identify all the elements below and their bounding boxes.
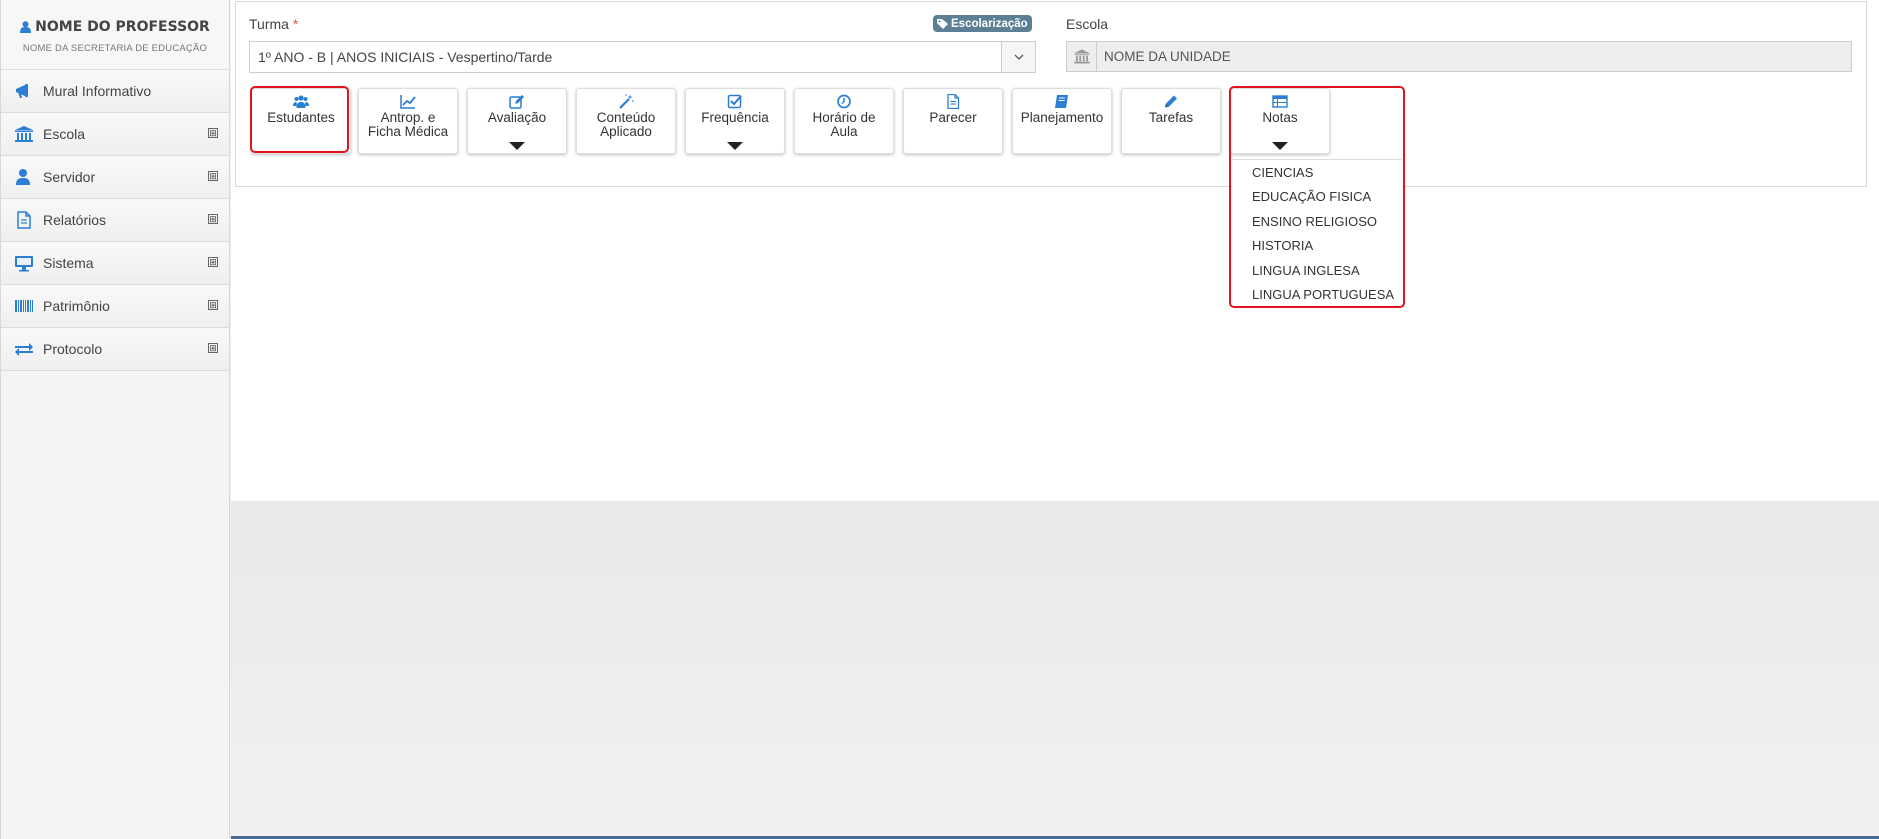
expand-icon[interactable]: ⊞ (208, 171, 218, 181)
tag-icon (937, 18, 948, 29)
professor-name[interactable]: NOME DO PROFESSOR (20, 19, 210, 35)
required-mark: * (292, 16, 299, 32)
turma-label: Turma * (249, 16, 299, 32)
button-label: Horário de Aula (812, 110, 876, 139)
button-label: Parecer (929, 110, 977, 125)
sidebar-item-label: Escola (43, 126, 86, 142)
notas-highlight (1229, 86, 1405, 308)
sidebar-item-patrimonio[interactable]: Patrimônio ⊞ (1, 285, 229, 328)
button-label: Antrop. e Ficha Médica (367, 110, 449, 139)
sidebar-item-label: Patrimônio (43, 298, 110, 314)
caret-down-icon (727, 142, 743, 150)
caret-down-icon (509, 142, 525, 150)
megaphone-icon (14, 82, 36, 100)
escola-label: Escola (1066, 16, 1109, 32)
pencil-icon (1122, 94, 1220, 110)
sidebar-item-label: Relatórios (43, 212, 107, 228)
expand-icon[interactable]: ⊞ (208, 257, 218, 267)
monitor-icon (14, 254, 36, 272)
sidebar-item-label: Mural Informativo (43, 83, 152, 99)
escolarizacao-badge: Escolarização (933, 15, 1032, 32)
sidebar: NOME DO PROFESSOR NOME DA SECRETARIA DE … (0, 0, 230, 839)
user-icon (20, 21, 32, 33)
sidebar-item-servidor[interactable]: Servidor ⊞ (1, 156, 229, 199)
book-icon (1013, 94, 1111, 110)
profile-header: NOME DO PROFESSOR NOME DA SECRETARIA DE … (1, 0, 229, 70)
parecer-button[interactable]: Parecer (903, 88, 1003, 154)
sidebar-item-sistema[interactable]: Sistema ⊞ (1, 242, 229, 285)
button-label: Avaliação (487, 110, 547, 125)
button-label: Tarefas (1148, 110, 1194, 125)
institution-icon (14, 125, 36, 143)
planejamento-button[interactable]: Planejamento (1012, 88, 1112, 154)
chevron-down-icon[interactable] (1001, 42, 1035, 72)
sidebar-item-label: Sistema (43, 255, 94, 271)
antrop-ficha-medica-button[interactable]: Antrop. e Ficha Médica (358, 88, 458, 154)
button-label: Conteúdo Aplicado (596, 110, 656, 139)
institution-icon (1067, 42, 1097, 71)
expand-icon[interactable]: ⊞ (208, 214, 218, 224)
turma-select[interactable]: 1º ANO - B | ANOS INICIAIS - Vespertino/… (249, 41, 1036, 73)
professor-name-label: NOME DO PROFESSOR (35, 19, 210, 35)
file-icon (14, 211, 36, 229)
button-label: Frequência (701, 110, 769, 125)
escola-value: NOME DA UNIDADE (1104, 49, 1231, 64)
expand-icon[interactable]: ⊞ (208, 128, 218, 138)
sidebar-item-label: Servidor (43, 169, 96, 185)
sidebar-item-label: Protocolo (43, 341, 103, 357)
frequencia-button[interactable]: Frequência (685, 88, 785, 154)
main-background (231, 501, 1879, 839)
exchange-icon (14, 340, 36, 358)
sidebar-item-protocolo[interactable]: Protocolo ⊞ (1, 328, 229, 371)
sidebar-item-relatorios[interactable]: Relatórios ⊞ (1, 199, 229, 242)
turma-selected-value: 1º ANO - B | ANOS INICIAIS - Vespertino/… (258, 49, 553, 65)
expand-icon[interactable]: ⊞ (208, 343, 218, 353)
button-label: Planejamento (1020, 110, 1104, 125)
horario-de-aula-button[interactable]: Horário de Aula (794, 88, 894, 154)
user-icon (14, 168, 36, 186)
check-square-icon (686, 94, 784, 110)
barcode-icon (14, 297, 36, 315)
line-chart-icon (359, 94, 457, 110)
badge-label: Escolarização (951, 17, 1028, 30)
magic-wand-icon (577, 94, 675, 110)
expand-icon[interactable]: ⊞ (208, 300, 218, 310)
tarefas-button[interactable]: Tarefas (1121, 88, 1221, 154)
document-icon (904, 94, 1002, 110)
avaliacao-button[interactable]: Avaliação (467, 88, 567, 154)
clock-icon (795, 94, 893, 110)
escola-field: NOME DA UNIDADE (1066, 41, 1852, 72)
sidebar-item-escola[interactable]: Escola ⊞ (1, 113, 229, 156)
edit-icon (468, 94, 566, 110)
secretaria-name: NOME DA SECRETARIA DE EDUCAÇÃO (22, 43, 208, 54)
sidebar-item-mural-informativo[interactable]: Mural Informativo (1, 70, 229, 113)
conteudo-aplicado-button[interactable]: Conteúdo Aplicado (576, 88, 676, 154)
estudantes-highlight (250, 86, 349, 153)
